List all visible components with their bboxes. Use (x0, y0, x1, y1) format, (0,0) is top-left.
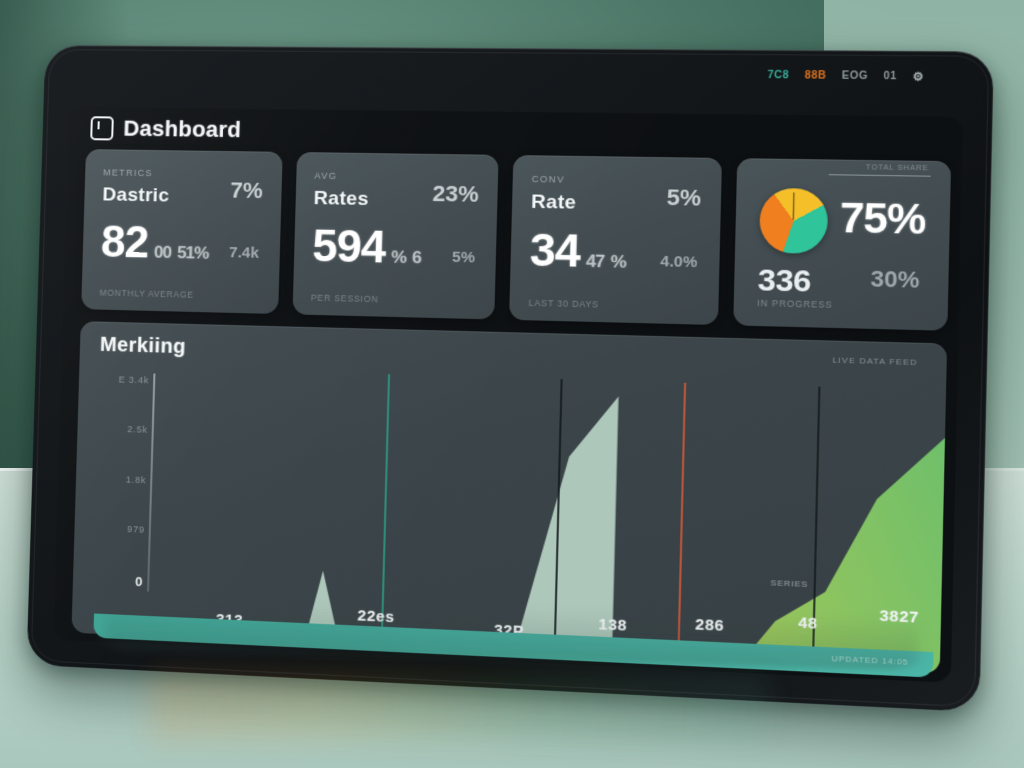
kpi-sidenote: 4.0% (660, 252, 698, 272)
kpi-value-secondary: 6 (411, 247, 422, 268)
y-axis-tick: 1.8k (125, 473, 147, 485)
chart-title: Merkiing (99, 333, 187, 359)
y-axis-tick: 979 (127, 523, 145, 535)
kpi-value-suffix: 00 (153, 242, 172, 262)
donut-chart-icon (758, 187, 828, 255)
chart-note: LIVE DATA FEED (832, 355, 918, 368)
kpi-value-number: 594 (311, 221, 386, 273)
kpi-badge: 7% (229, 177, 264, 204)
donut-big-percent: 75% (839, 195, 926, 244)
status-indicator-signal: EOG (841, 70, 869, 83)
y-axis-tick: 2.5k (127, 424, 148, 436)
kpi-caption: MONTHLY AVERAGE (99, 287, 194, 300)
y-axis-tick-zero: 0 (134, 573, 144, 590)
kpi-value-number: 34 (529, 225, 581, 278)
donut-value: 336 (757, 263, 812, 299)
kpi-sidenote: 7.4k (228, 244, 260, 262)
status-bar: 7C8 88B EOG 01 ⚙ (767, 69, 924, 84)
tablet-reflection-color (150, 672, 770, 742)
donut-sub-percent: 30% (870, 265, 920, 293)
kpi-value-number: 82 (100, 217, 149, 268)
status-indicator-battery: 01 (883, 70, 898, 83)
donut-topline-label: TOTAL SHARE (865, 164, 929, 173)
status-indicator-network: 7C8 (767, 69, 790, 82)
kpi-value-suffix: % (390, 247, 407, 268)
kpi-card-rate[interactable]: CONV Rate 34 47% 5% 4.0% LAST 30 DAYS (509, 155, 722, 326)
chart-y-axis: E 3.4k 2.5k 1.8k 979 0 (87, 374, 150, 590)
app-shield-icon (90, 116, 114, 141)
chart-inner-note: SERIES (770, 578, 809, 590)
kpi-card-dastric[interactable]: METRICS Dastric 82 00 51% 7% 7.4k MONTHLY … (81, 149, 283, 315)
kpi-badge: 23% (432, 180, 479, 207)
kpi-value-secondary: 47 (585, 251, 605, 272)
kpi-card-donut[interactable]: TOTAL SHARE 336 IN PROGRESS 75% 30% (732, 158, 952, 331)
status-indicator-alert: 88B (804, 70, 827, 82)
donut-topline-divider (828, 174, 931, 177)
y-axis-tick: E 3.4k (118, 374, 150, 386)
kpi-caption: LAST 30 DAYS (528, 297, 600, 310)
scene: 7C8 88B EOG 01 ⚙ Dashboard METRICS Dastr… (0, 0, 1024, 768)
kpi-caption: PER SESSION (310, 292, 379, 305)
kpi-value-suffix: % (610, 251, 626, 272)
kpi-card-rates[interactable]: AVG Rates 594% 6 23% 5% PER SESSION (291, 152, 499, 320)
app-header: Dashboard (90, 115, 242, 143)
page-title: Dashboard (123, 115, 242, 143)
kpi-card-row: METRICS Dastric 82 00 51% 7% 7.4k MONTHLY … (81, 149, 952, 331)
tablet-screen: Dashboard METRICS Dastric 82 00 51% 7% 7.4… (53, 106, 964, 683)
kpi-badge: 5% (666, 184, 702, 211)
kpi-sidenote: 5% (451, 248, 476, 267)
kpi-value-secondary: 51% (176, 242, 209, 263)
donut-caption: IN PROGRESS (757, 297, 833, 310)
gear-icon[interactable]: ⚙ (912, 70, 924, 84)
